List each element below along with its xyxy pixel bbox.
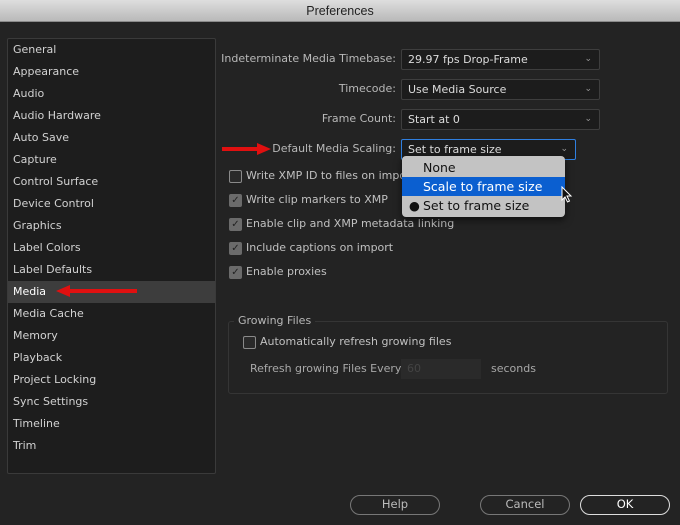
frame-count-value: Start at 0	[408, 113, 460, 126]
sidebar-item-playback[interactable]: Playback	[8, 347, 215, 369]
sidebar-item-general[interactable]: General	[8, 39, 215, 61]
auto-refresh-checkbox-row[interactable]: Automatically refresh growing files	[243, 334, 451, 350]
growing-files-group	[228, 321, 668, 394]
checkbox-label: Write XMP ID to files on import	[246, 169, 415, 182]
timebase-value: 29.97 fps Drop-Frame	[408, 53, 528, 66]
sidebar-item-media-cache[interactable]: Media Cache	[8, 303, 215, 325]
sidebar-item-appearance[interactable]: Appearance	[8, 61, 215, 83]
auto-refresh-label: Automatically refresh growing files	[260, 335, 452, 348]
ok-button[interactable]: OK	[580, 495, 670, 515]
sidebar-item-memory[interactable]: Memory	[8, 325, 215, 347]
sidebar-item-device-control[interactable]: Device Control	[8, 193, 215, 215]
cancel-button[interactable]: Cancel	[480, 495, 570, 515]
refresh-unit-label: seconds	[491, 362, 536, 375]
checkbox-row[interactable]: ✓ Write clip markers to XMP	[229, 192, 388, 208]
checkbox-label: Enable proxies	[246, 265, 327, 278]
timecode-dropdown[interactable]: Use Media Source ⌄	[401, 79, 600, 100]
refresh-interval-label: Refresh growing Files Every	[250, 362, 402, 375]
scaling-options-menu: None Scale to frame size ● Set to frame s…	[402, 156, 565, 217]
help-button[interactable]: Help	[350, 495, 440, 515]
preferences-sidebar: General Appearance Audio Audio Hardware Auto…	[7, 38, 216, 474]
annotation-arrow-media	[68, 289, 137, 293]
checkbox-row[interactable]: ✓ Enable proxies	[229, 264, 327, 280]
menu-option-none[interactable]: None	[402, 158, 565, 177]
growing-files-title: Growing Files	[234, 314, 316, 327]
checkbox-label: Include captions on import	[246, 241, 394, 254]
checkbox[interactable]: ✓	[229, 217, 242, 231]
auto-refresh-checkbox[interactable]	[243, 335, 256, 349]
sidebar-item-project-locking[interactable]: Project Locking	[8, 369, 215, 391]
sidebar-item-audio-hardware[interactable]: Audio Hardware	[8, 105, 215, 127]
timebase-label: Indeterminate Media Timebase:	[221, 52, 396, 65]
chevron-down-icon: ⌄	[584, 54, 592, 64]
option-label: Scale to frame size	[423, 179, 543, 194]
checkbox[interactable]: ✓	[229, 265, 242, 279]
checkbox-label: Enable clip and XMP metadata linking	[246, 217, 455, 230]
selected-dot-icon: ●	[409, 198, 420, 213]
frame-count-label: Frame Count:	[321, 112, 396, 125]
sidebar-item-auto-save[interactable]: Auto Save	[8, 127, 215, 149]
chevron-down-icon: ⌄	[584, 84, 592, 94]
timecode-value: Use Media Source	[408, 83, 507, 96]
option-label: Set to frame size	[423, 198, 530, 213]
scaling-label: Default Media Scaling:	[272, 142, 396, 155]
mouse-cursor-icon	[561, 186, 573, 203]
sidebar-item-trim[interactable]: Trim	[8, 435, 215, 457]
sidebar-item-capture[interactable]: Capture	[8, 149, 215, 171]
chevron-down-icon: ⌄	[584, 114, 592, 124]
checkbox-row[interactable]: Write XMP ID to files on import	[229, 168, 415, 184]
menu-option-scale-to-frame-size[interactable]: Scale to frame size	[402, 177, 565, 196]
sidebar-item-label-colors[interactable]: Label Colors	[8, 237, 215, 259]
checkbox-row[interactable]: ✓ Enable clip and XMP metadata linking	[229, 216, 454, 232]
annotation-arrowhead-media	[56, 285, 70, 297]
checkbox[interactable]: ✓	[229, 193, 242, 207]
sidebar-item-timeline[interactable]: Timeline	[8, 413, 215, 435]
checkbox[interactable]	[229, 169, 242, 183]
scaling-value: Set to frame size	[408, 143, 502, 156]
menu-option-set-to-frame-size[interactable]: ● Set to frame size	[402, 196, 565, 215]
refresh-interval-input[interactable]: 60	[401, 359, 481, 379]
checkbox[interactable]: ✓	[229, 241, 242, 255]
sidebar-item-control-surface[interactable]: Control Surface	[8, 171, 215, 193]
checkbox-row[interactable]: ✓ Include captions on import	[229, 240, 393, 256]
option-label: None	[423, 160, 456, 175]
sidebar-item-audio[interactable]: Audio	[8, 83, 215, 105]
timecode-label: Timecode:	[338, 82, 396, 95]
checkbox-label: Write clip markers to XMP	[246, 193, 388, 206]
timebase-dropdown[interactable]: 29.97 fps Drop-Frame ⌄	[401, 49, 600, 70]
sidebar-item-sync-settings[interactable]: Sync Settings	[8, 391, 215, 413]
sidebar-item-graphics[interactable]: Graphics	[8, 215, 215, 237]
frame-count-dropdown[interactable]: Start at 0 ⌄	[401, 109, 600, 130]
sidebar-item-label-defaults[interactable]: Label Defaults	[8, 259, 215, 281]
window-title: Preferences	[0, 0, 680, 22]
